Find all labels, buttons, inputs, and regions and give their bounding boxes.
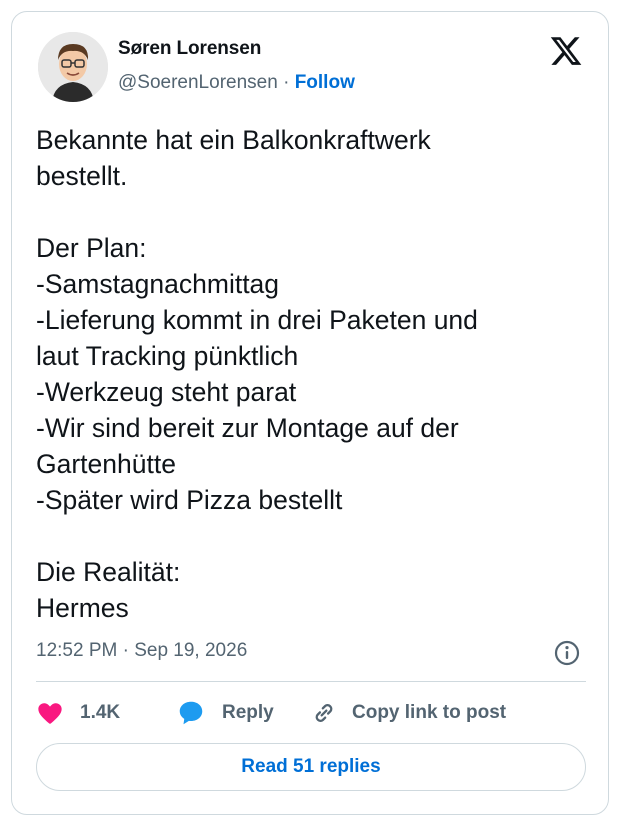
avatar[interactable] (38, 32, 108, 102)
tweet-text: Bekannte hat ein Balkonkraftwerk bestell… (36, 125, 478, 623)
like-count: 1.4K (80, 702, 121, 723)
copy-link-button[interactable]: Copy link to post (310, 697, 506, 729)
handle-separator: · (283, 72, 290, 93)
follow-link[interactable]: Follow (295, 72, 355, 93)
heart-icon (36, 699, 64, 727)
read-replies-button[interactable]: Read 51 replies (36, 743, 586, 791)
reply-label: Reply (222, 702, 274, 723)
reply-button[interactable]: Reply (176, 697, 274, 729)
tweet-timestamp[interactable]: 12:52 PM · Sep 19, 2026 (36, 640, 247, 662)
author-handle[interactable]: @SoerenLorensen (118, 72, 278, 93)
author-name[interactable]: Søren Lorensen (118, 38, 261, 60)
divider (36, 681, 586, 682)
link-icon (310, 699, 338, 727)
like-button[interactable]: 1.4K (36, 697, 120, 729)
reply-bubble-icon (176, 698, 206, 728)
action-bar: 1.4K Reply Copy link to post (36, 697, 586, 729)
author-handle-row: @SoerenLorensen · Follow (118, 72, 355, 94)
info-icon[interactable] (553, 639, 581, 667)
copy-link-label: Copy link to post (352, 702, 507, 723)
tweet-card: Søren Lorensen @SoerenLorensen · Follow … (11, 11, 609, 815)
x-logo-icon[interactable] (549, 34, 583, 68)
